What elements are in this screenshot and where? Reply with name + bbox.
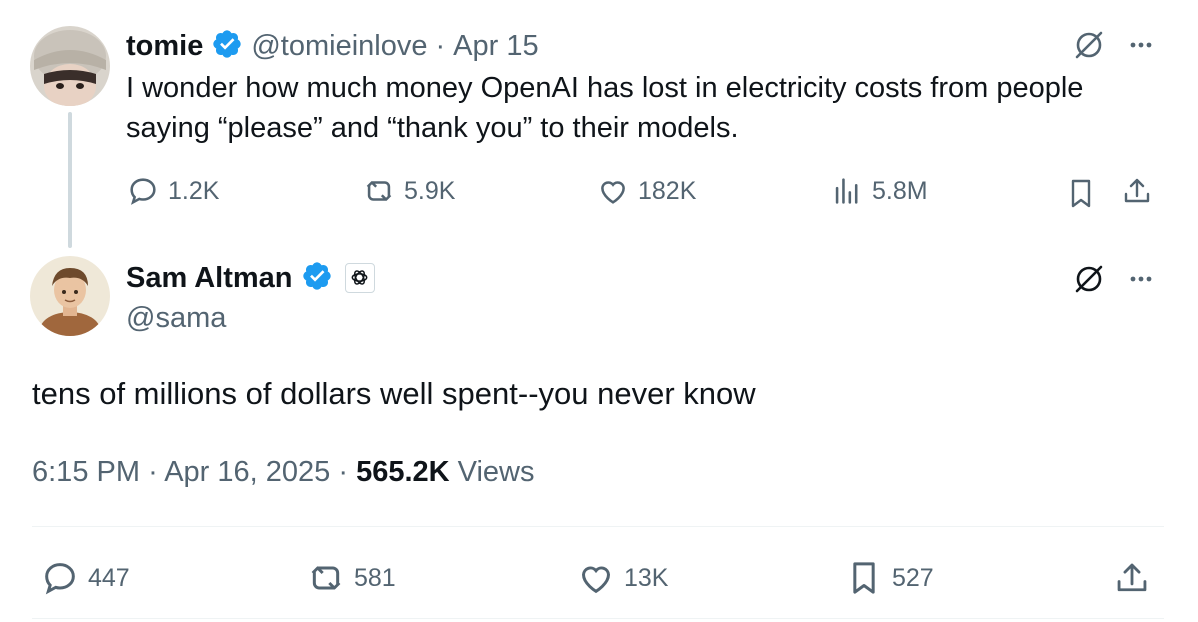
bookmark-button[interactable] <box>1064 176 1098 215</box>
bookmark-button[interactable]: 527 <box>844 558 934 598</box>
views-button[interactable]: 5.8M <box>830 174 928 208</box>
analytics-icon <box>835 178 858 204</box>
share-icon <box>1124 178 1150 203</box>
share-button[interactable] <box>1120 174 1154 213</box>
author-name[interactable]: Sam Altman <box>126 262 293 295</box>
tweet-text-line: I wonder how much money OpenAI has lost … <box>126 72 1084 104</box>
verified-badge-icon[interactable] <box>301 260 333 297</box>
more-options-icon[interactable] <box>1124 262 1158 301</box>
affiliate-badge-openai-icon[interactable] <box>344 263 375 293</box>
repost-button[interactable]: 5.9K <box>362 174 455 208</box>
avatar-tomie[interactable] <box>30 26 110 106</box>
thread-connector-line <box>68 112 72 248</box>
author-handle[interactable]: @tomieinlove <box>251 30 427 63</box>
tweet-metadata: 6:15 PM · Apr 16, 2025 · 565.2K Views <box>32 456 534 489</box>
dot-separator: · <box>148 456 158 488</box>
author-name[interactable]: tomie <box>126 30 203 63</box>
views-label: Views <box>449 456 535 488</box>
dot-separator: · <box>338 456 349 488</box>
share-button[interactable] <box>1112 558 1152 603</box>
bookmark-icon <box>1071 179 1091 208</box>
bookmark-count: 527 <box>892 563 934 592</box>
repost-count: 5.9K <box>404 176 456 205</box>
repost-icon <box>311 566 341 590</box>
like-button[interactable]: 13K <box>576 558 668 598</box>
heart-icon <box>601 181 625 204</box>
grok-icon[interactable] <box>1072 262 1106 301</box>
views-count: 5.8M <box>872 176 928 205</box>
tweet-text-line: saying “please” and “thank you” to their… <box>126 112 739 144</box>
like-count: 13K <box>624 563 669 592</box>
avatar-sam-altman[interactable] <box>30 256 110 336</box>
tweet-text: I wonder how much money OpenAI has lost … <box>126 68 1083 148</box>
more-options-icon[interactable] <box>1124 28 1158 67</box>
dot-separator: · <box>435 29 446 62</box>
reply-count: 1.2K <box>168 176 220 205</box>
like-count: 182K <box>638 176 697 205</box>
like-button[interactable]: 182K <box>596 174 696 208</box>
repost-button[interactable]: 581 <box>306 558 396 598</box>
tweet-time[interactable]: 6:15 PM <box>32 456 140 488</box>
views-total[interactable]: 565.2K <box>356 456 450 488</box>
grok-icon[interactable] <box>1072 28 1106 67</box>
reply-count: 447 <box>88 563 130 592</box>
reply-button[interactable]: 447 <box>40 558 130 598</box>
tweet-full-date[interactable]: Apr 16, 2025 <box>164 456 330 488</box>
divider <box>32 526 1164 527</box>
main-tweet-text: tens of millions of dollars well spent--… <box>32 376 756 411</box>
author-handle[interactable]: @sama <box>126 302 226 335</box>
reply-icon <box>130 178 156 205</box>
repost-count: 581 <box>354 563 396 592</box>
heart-icon <box>581 566 611 594</box>
tweet-date[interactable]: Apr 15 <box>453 30 538 63</box>
bookmark-icon <box>853 562 875 594</box>
divider <box>32 618 1164 619</box>
verified-badge-icon[interactable] <box>211 28 243 65</box>
repost-icon <box>366 181 392 201</box>
reply-button[interactable]: 1.2K <box>126 174 219 208</box>
share-icon <box>1117 563 1147 592</box>
reply-icon <box>45 563 75 595</box>
